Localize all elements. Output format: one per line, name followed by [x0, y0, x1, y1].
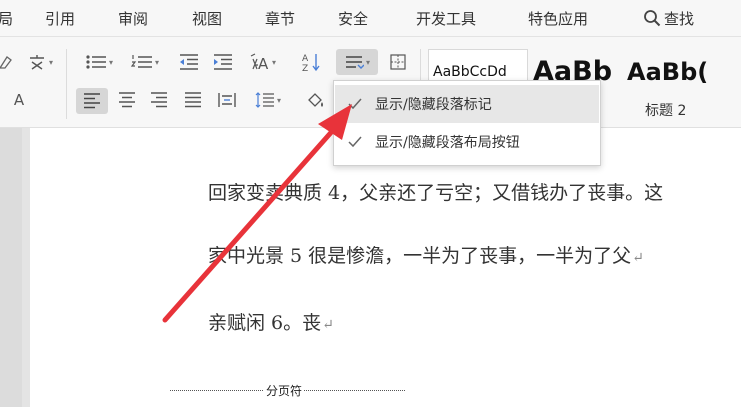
align-center-button[interactable]	[114, 89, 140, 111]
paragraph-mark-icon: ↵	[632, 250, 644, 266]
document-line-1: 回家变卖典质 4，父亲还了亏空；又借钱办了丧事。这	[208, 178, 663, 205]
menu-bar: 局 引用 审阅 视图 章节 安全 开发工具 特色应用 查找	[0, 0, 741, 37]
show-hide-layout-button-item[interactable]: 显示/隐藏段落布局按钮	[335, 123, 599, 161]
menu-view[interactable]: 视图	[192, 8, 222, 29]
svg-text:A: A	[258, 55, 269, 71]
search-label[interactable]: 查找	[664, 8, 694, 29]
check-icon	[335, 136, 375, 148]
paragraph-mark-icon: ↵	[322, 317, 334, 333]
style-heading2-label: 标题 2	[645, 103, 687, 119]
align-left-button[interactable]	[76, 88, 108, 114]
document-line-3: 亲赋闲 6。丧↵	[208, 308, 334, 335]
table-border-icon[interactable]	[384, 51, 412, 73]
show-hide-paragraph-marks-label: 显示/隐藏段落标记	[375, 97, 492, 113]
clear-format-icon[interactable]	[0, 51, 14, 73]
bullet-list-button[interactable]: ▾	[78, 51, 120, 73]
style-heading2[interactable]: AaBb( 标题 2	[622, 49, 741, 119]
show-hide-paragraph-marks-button[interactable]: ▾	[336, 49, 378, 75]
document-line-2: 家中光景 5 很是惨澹，一半为了丧事，一半为了父↵	[208, 241, 644, 268]
increase-indent-icon[interactable]	[208, 51, 238, 73]
menu-developer-tools[interactable]: 开发工具	[416, 8, 476, 29]
distributed-align-button[interactable]	[214, 89, 240, 111]
numbered-list-button[interactable]: ▾	[124, 51, 166, 73]
show-hide-layout-button-label: 显示/隐藏段落布局按钮	[375, 135, 520, 151]
vertical-ruler	[0, 128, 22, 407]
check-icon	[335, 98, 375, 110]
menu-references[interactable]: 引用	[45, 8, 75, 29]
svg-text:A: A	[302, 54, 309, 64]
font-color-letter: A	[13, 91, 25, 109]
shading-icon[interactable]	[298, 89, 332, 111]
menu-layout[interactable]: 局	[0, 8, 13, 29]
search-icon[interactable]	[643, 9, 661, 27]
menu-chapter[interactable]: 章节	[265, 8, 295, 29]
justify-button[interactable]	[180, 89, 206, 111]
pinyin-guide-button[interactable]: ▾	[20, 51, 60, 73]
sort-icon[interactable]: AZ	[298, 51, 324, 73]
page-break-label: 分页符	[264, 382, 305, 399]
align-right-button[interactable]	[146, 89, 172, 111]
line-spacing-button[interactable]: ▾	[248, 89, 288, 111]
font-color-button[interactable]: A	[8, 89, 30, 111]
document-line-1-text: 回家变卖典质 4，父亲还了亏空；又借钱办了丧事。这	[208, 182, 664, 204]
style-heading2-preview: AaBb(	[627, 58, 709, 86]
document-line-3-text: 亲赋闲 6。丧	[208, 312, 322, 334]
page-break: 分页符	[170, 382, 405, 399]
style-normal-preview: AaBbCcDd	[433, 64, 507, 80]
change-case-button[interactable]: A ▾	[244, 51, 280, 73]
menu-review[interactable]: 审阅	[118, 8, 148, 29]
svg-text:Z: Z	[302, 64, 308, 72]
menu-special-apps[interactable]: 特色应用	[528, 8, 588, 29]
menu-security[interactable]: 安全	[338, 8, 368, 29]
decrease-indent-icon[interactable]	[174, 51, 204, 73]
document-line-2-text: 家中光景 5 很是惨澹，一半为了丧事，一半为了父	[208, 245, 632, 267]
ribbon-divider	[66, 49, 67, 119]
paragraph-marks-dropdown: 显示/隐藏段落标记 显示/隐藏段落布局按钮	[333, 80, 601, 166]
show-hide-paragraph-marks-item[interactable]: 显示/隐藏段落标记	[335, 85, 599, 123]
